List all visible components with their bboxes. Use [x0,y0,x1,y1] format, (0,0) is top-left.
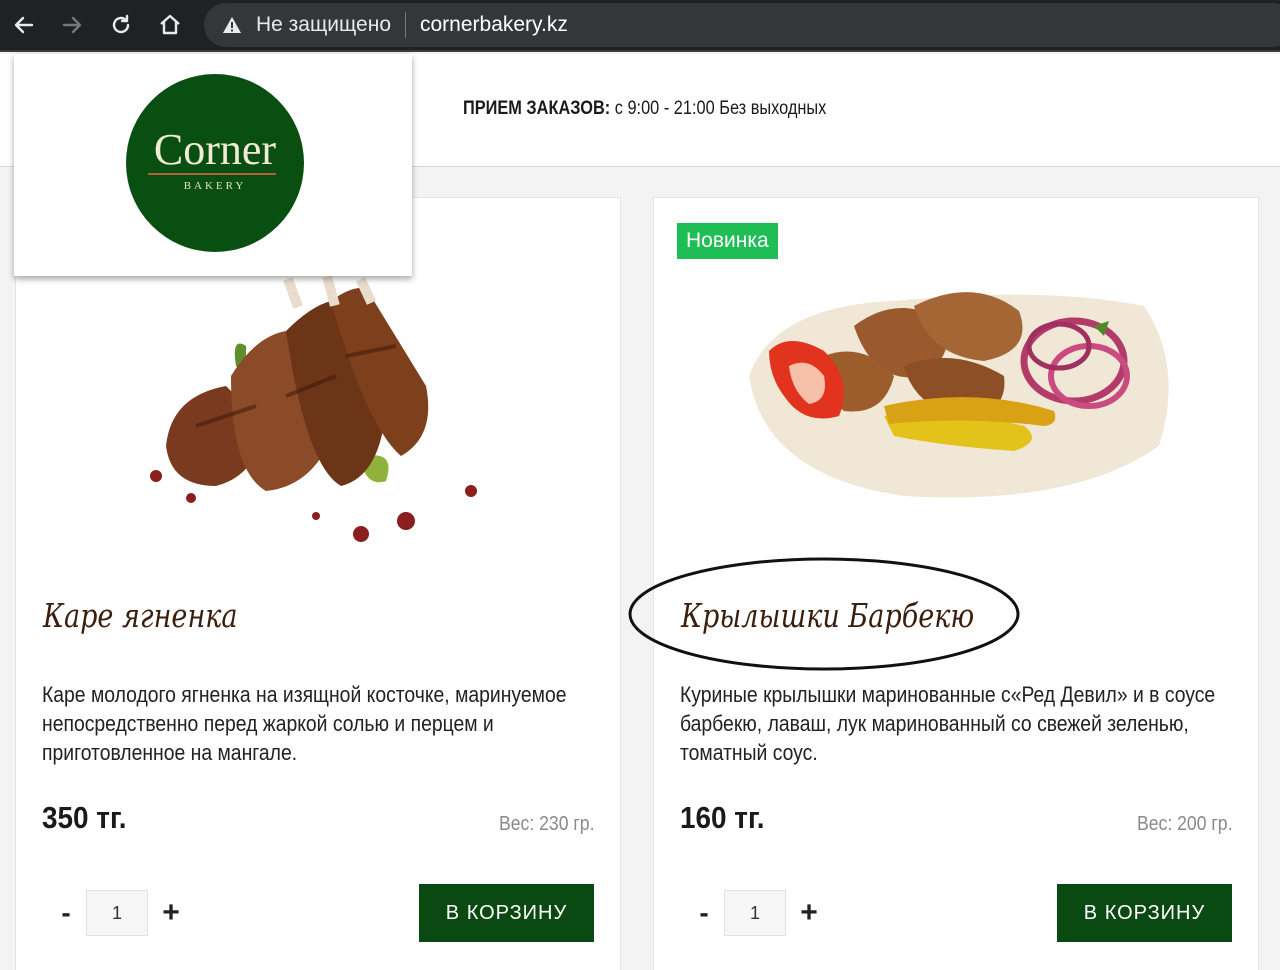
order-hours-label: ПРИЕМ ЗАКАЗОВ: [463,98,611,119]
qty-increase-button[interactable]: + [158,895,184,931]
product-image-lamb [150,276,477,542]
order-hours: ПРИЕМ ЗАКАЗОВ: с 9:00 - 21:00 Без выходн… [463,98,826,120]
qty-decrease-button[interactable]: - [692,895,716,931]
security-label[interactable]: Не защищено [256,13,391,37]
forward-arrow-icon[interactable] [55,8,89,42]
product-card: Новинка Крылышки Барбекю Куриные крылышк… [653,197,1259,970]
warning-icon [222,14,244,36]
order-hours-value: с 9:00 - 21:00 Без выходных [610,98,827,119]
product-description: Куриные крылышки маринованные с«Ред Деви… [680,682,1216,765]
home-icon[interactable] [153,8,187,42]
product-price: 350 тг. [42,800,127,835]
product-card: Каре ягненка Каре молодого ягненка на из… [15,197,621,970]
product-title[interactable]: Крылышки Барбекю [681,596,974,635]
back-arrow-icon[interactable] [7,8,41,42]
url-text[interactable]: cornerbakery.kz [420,13,568,37]
product-title[interactable]: Каре ягненка [43,596,238,635]
logo[interactable]: Corner BAKERY [126,74,304,252]
logo-divider [148,173,276,175]
address-bar[interactable]: Не защищено cornerbakery.kz [204,3,1280,47]
add-to-cart-button[interactable]: В КОРЗИНУ [419,884,594,942]
omnibox-divider [405,12,406,38]
add-to-cart-button[interactable]: В КОРЗИНУ [1057,884,1232,942]
logo-box[interactable]: Corner BAKERY [14,54,412,276]
qty-input[interactable] [724,890,786,936]
product-weight: Вес: 230 гр. [498,813,594,835]
logo-subtitle: BAKERY [183,180,247,192]
qty-input[interactable] [86,890,148,936]
product-weight: Вес: 200 гр. [1136,813,1232,835]
reload-icon[interactable] [104,8,138,42]
browser-toolbar: Не защищено cornerbakery.kz [0,0,1280,52]
qty-increase-button[interactable]: + [796,895,822,931]
new-badge: Новинка [677,223,778,259]
product-image-wings [749,292,1169,498]
product-description: Каре молодого ягненка на изящной косточк… [42,682,567,765]
qty-decrease-button[interactable]: - [54,895,78,931]
logo-word: Corner [153,125,277,174]
product-price: 160 тг. [680,800,765,835]
